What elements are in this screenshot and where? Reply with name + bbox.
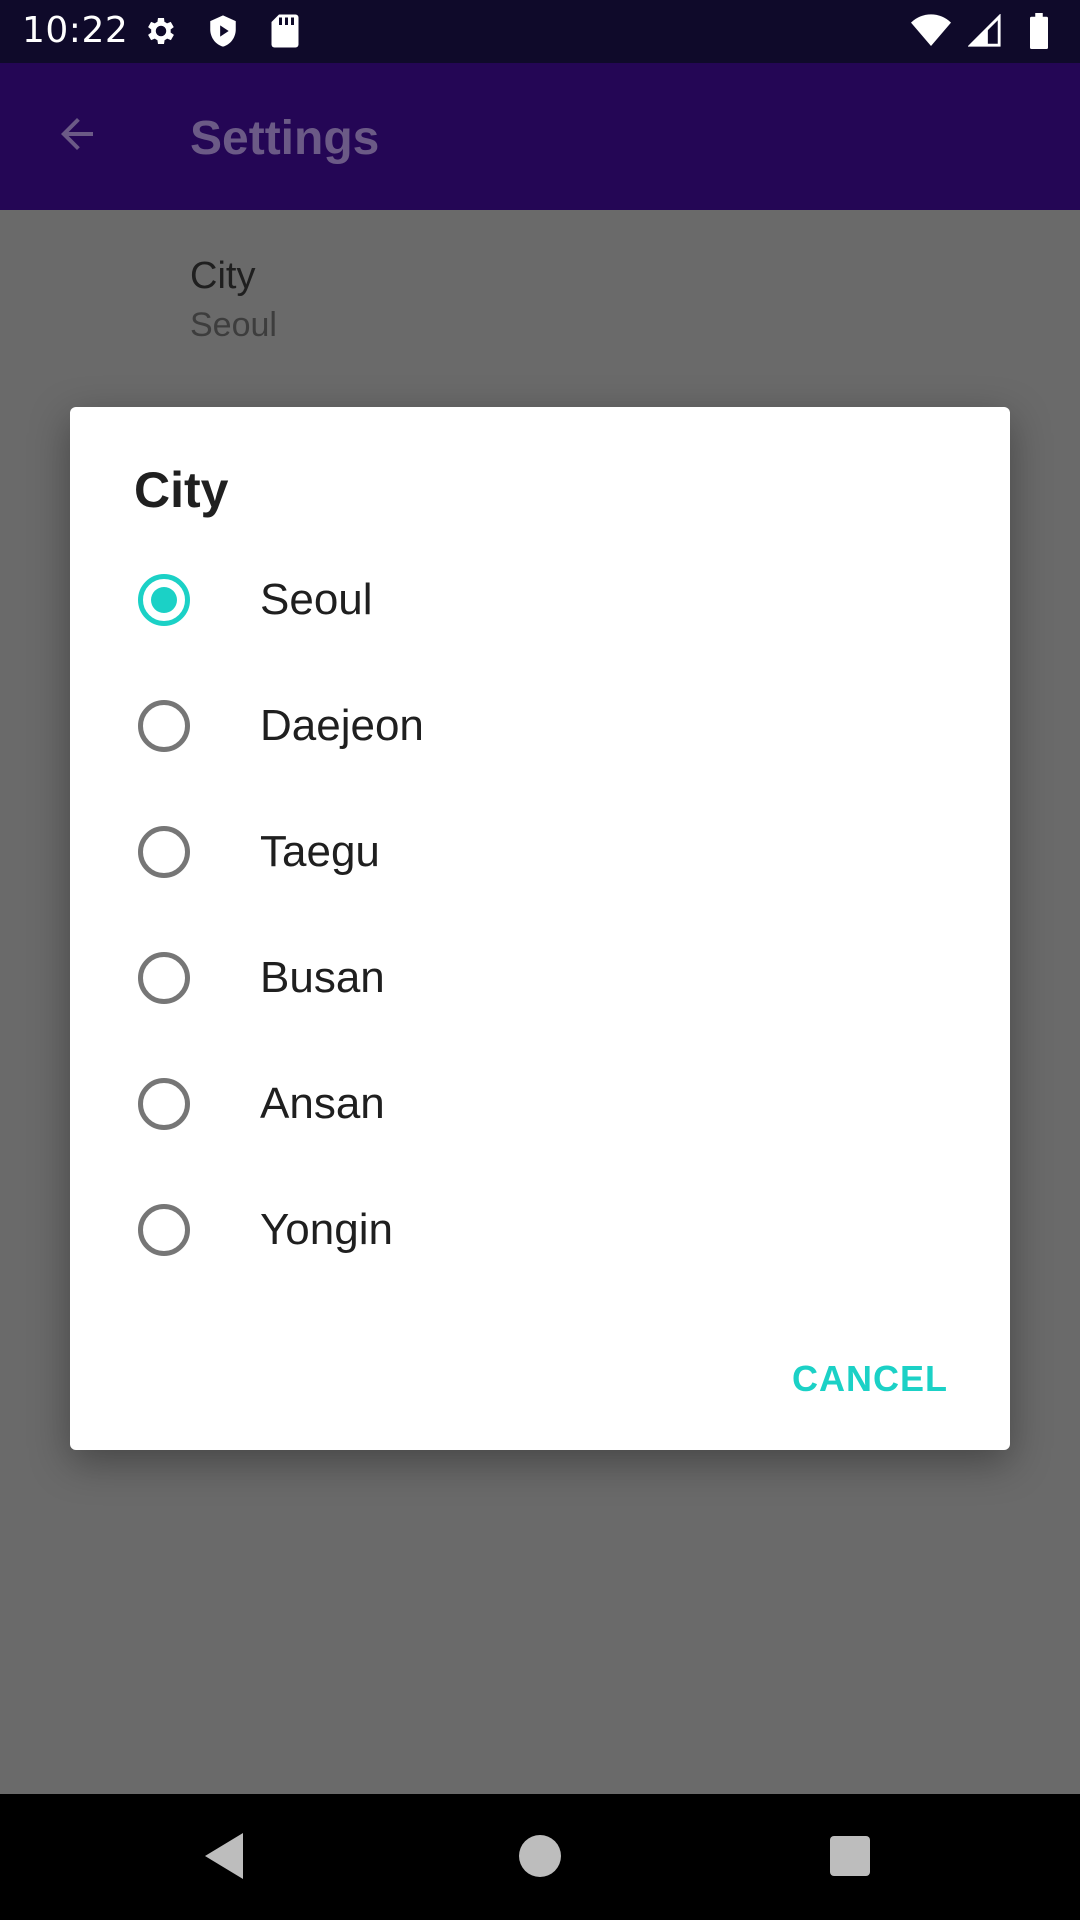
app-bar: Settings bbox=[0, 63, 1080, 210]
back-triangle-icon bbox=[203, 1831, 247, 1885]
option-taegu[interactable]: Taegu bbox=[70, 789, 1010, 915]
option-label: Seoul bbox=[260, 575, 373, 624]
battery-icon bbox=[1018, 10, 1060, 52]
cancel-button[interactable]: CANCEL bbox=[792, 1358, 948, 1400]
radio-unchecked-icon[interactable] bbox=[138, 826, 190, 878]
radio-unchecked-icon[interactable] bbox=[138, 1204, 190, 1256]
signal-icon bbox=[964, 10, 1006, 52]
home-circle-icon bbox=[519, 1835, 561, 1881]
option-yongin[interactable]: Yongin bbox=[70, 1167, 1010, 1293]
option-label: Ansan bbox=[260, 1079, 385, 1128]
nav-home-button[interactable] bbox=[510, 1828, 570, 1888]
shield-icon bbox=[202, 10, 244, 52]
option-seoul[interactable]: Seoul bbox=[70, 537, 1010, 663]
nav-recents-button[interactable] bbox=[820, 1828, 880, 1888]
city-dialog: City Seoul Daejeon Taegu Busan Ansan Yon… bbox=[70, 407, 1010, 1450]
nav-back-button[interactable] bbox=[195, 1828, 255, 1888]
pref-title: City bbox=[190, 255, 256, 297]
option-label: Daejeon bbox=[260, 701, 424, 750]
back-button[interactable] bbox=[44, 103, 110, 169]
options-list: Seoul Daejeon Taegu Busan Ansan Yongin bbox=[70, 537, 1010, 1293]
pref-summary: Seoul bbox=[190, 306, 277, 344]
page-title: Settings bbox=[190, 112, 380, 165]
pref-city[interactable]: City Seoul bbox=[190, 255, 277, 345]
option-label: Yongin bbox=[260, 1205, 393, 1254]
recents-square-icon bbox=[830, 1836, 870, 1880]
option-daejeon[interactable]: Daejeon bbox=[70, 663, 1010, 789]
option-ansan[interactable]: Ansan bbox=[70, 1041, 1010, 1167]
radio-checked-icon[interactable] bbox=[138, 574, 190, 626]
option-label: Taegu bbox=[260, 827, 380, 876]
wifi-icon bbox=[910, 10, 952, 52]
option-busan[interactable]: Busan bbox=[70, 915, 1010, 1041]
radio-unchecked-icon[interactable] bbox=[138, 1078, 190, 1130]
dialog-title: City bbox=[134, 462, 229, 518]
settings-icon bbox=[140, 10, 182, 52]
status-bar: 10:22 bbox=[0, 0, 1080, 63]
arrow-back-icon bbox=[53, 110, 101, 162]
status-time: 10:22 bbox=[22, 10, 129, 51]
radio-unchecked-icon[interactable] bbox=[138, 952, 190, 1004]
option-label: Busan bbox=[260, 953, 385, 1002]
sd-card-icon bbox=[264, 10, 306, 52]
nav-bar bbox=[0, 1794, 1080, 1920]
radio-unchecked-icon[interactable] bbox=[138, 700, 190, 752]
